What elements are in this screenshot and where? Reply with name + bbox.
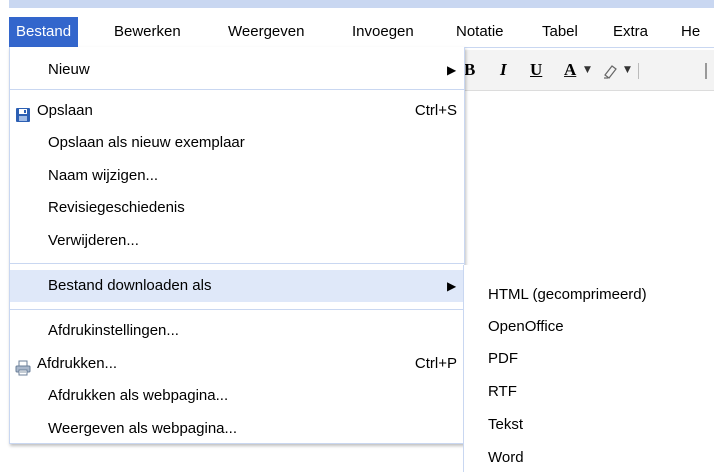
highlight-color-icon[interactable] <box>602 50 620 90</box>
submenu-item-label: PDF <box>488 350 518 367</box>
menu-item-revision-history[interactable]: Revisiegeschiedenis <box>10 192 464 224</box>
menu-weergeven[interactable]: Weergeven <box>221 17 311 47</box>
menu-item-view-as-webpage[interactable]: Weergeven als webpagina... <box>10 413 464 445</box>
bold-button[interactable]: B <box>464 50 475 90</box>
shortcut-hint: Ctrl+P <box>414 355 457 372</box>
submenu-item-word[interactable]: Word <box>464 442 714 474</box>
text-color-dropdown-icon[interactable]: ▼ <box>584 50 591 90</box>
menu-item-label: Afdrukken... <box>37 355 118 372</box>
menu-item-delete[interactable]: Verwijderen... <box>10 225 464 257</box>
save-floppy-icon <box>15 103 31 122</box>
formatting-toolbar: B I U A ▼ ▼ <box>462 50 714 91</box>
menu-item-rename[interactable]: Naam wijzigen... <box>10 160 464 192</box>
submenu-item-pdf[interactable]: PDF <box>464 343 714 375</box>
window-top-edge <box>0 0 714 8</box>
toolbar-divider <box>638 63 639 79</box>
highlight-dropdown-icon[interactable]: ▼ <box>624 50 631 90</box>
submenu-item-label: HTML (gecomprimeerd) <box>488 286 647 303</box>
menu-item-print-settings[interactable]: Afdrukinstellingen... <box>10 315 464 347</box>
menu-item-label: Opslaan als nieuw exemplaar <box>48 134 245 151</box>
submenu-item-label: Tekst <box>488 416 524 433</box>
text-color-button[interactable]: A <box>564 50 576 90</box>
menu-extra[interactable]: Extra <box>606 17 655 47</box>
menu-item-label: Afdrukinstellingen... <box>48 322 179 339</box>
menu-notatie[interactable]: Notatie <box>449 17 511 47</box>
menu-item-download-as[interactable]: Bestand downloaden als ▶ <box>10 270 464 302</box>
menu-item-label: Bestand downloaden als <box>48 277 212 294</box>
menu-item-label: Afdrukken als webpagina... <box>48 387 229 404</box>
submenu-item-label: OpenOffice <box>488 318 564 335</box>
menu-item-print[interactable]: Afdrukken... Ctrl+P <box>10 348 464 380</box>
menu-bewerken[interactable]: Bewerken <box>107 17 188 47</box>
submenu-item-rtf[interactable]: RTF <box>464 376 714 408</box>
printer-icon <box>15 356 31 376</box>
submenu-arrow-icon: ▶ <box>447 279 457 293</box>
toolbar-edge-button[interactable] <box>705 63 707 79</box>
menu-tabel[interactable]: Tabel <box>535 17 585 47</box>
submenu-item-openoffice[interactable]: OpenOffice <box>464 311 714 343</box>
italic-button[interactable]: I <box>500 50 507 90</box>
submenu-item-label: RTF <box>488 383 517 400</box>
underline-button[interactable]: U <box>530 50 542 90</box>
menu-divider <box>10 263 464 264</box>
menu-invoegen[interactable]: Invoegen <box>345 17 421 47</box>
menu-help[interactable]: He <box>674 17 707 47</box>
menu-item-new[interactable]: Nieuw ▶ <box>10 54 464 86</box>
top-accent-strip <box>9 0 714 8</box>
menu-item-label: Revisiegeschiedenis <box>48 199 185 216</box>
menu-bestand[interactable]: Bestand <box>9 17 79 47</box>
menu-item-label: Opslaan <box>37 102 93 119</box>
menu-divider <box>10 89 464 90</box>
menu-item-label: Weergeven als webpagina... <box>48 420 238 437</box>
menu-bar: Bestand Bewerken Weergeven Invoegen Nota… <box>9 17 714 48</box>
menu-item-print-as-webpage[interactable]: Afdrukken als webpagina... <box>10 380 464 412</box>
submenu-item-label: Word <box>488 449 524 466</box>
menu-item-label: Verwijderen... <box>48 232 139 249</box>
menu-item-save-copy[interactable]: Opslaan als nieuw exemplaar <box>10 127 464 159</box>
menu-item-label: Nieuw <box>48 61 90 78</box>
menu-item-label: Naam wijzigen... <box>48 167 159 184</box>
menu-divider <box>10 309 464 310</box>
menu-item-save[interactable]: Opslaan Ctrl+S <box>10 95 464 127</box>
file-menu-dropdown: Nieuw ▶ Opslaan Ctrl+S Opslaan als nieuw… <box>9 47 465 444</box>
download-submenu: HTML (gecomprimeerd) OpenOffice PDF RTF … <box>463 265 714 472</box>
submenu-item-html[interactable]: HTML (gecomprimeerd) <box>464 279 714 311</box>
submenu-arrow-icon: ▶ <box>447 63 457 77</box>
submenu-item-text[interactable]: Tekst <box>464 409 714 441</box>
shortcut-hint: Ctrl+S <box>414 102 457 119</box>
